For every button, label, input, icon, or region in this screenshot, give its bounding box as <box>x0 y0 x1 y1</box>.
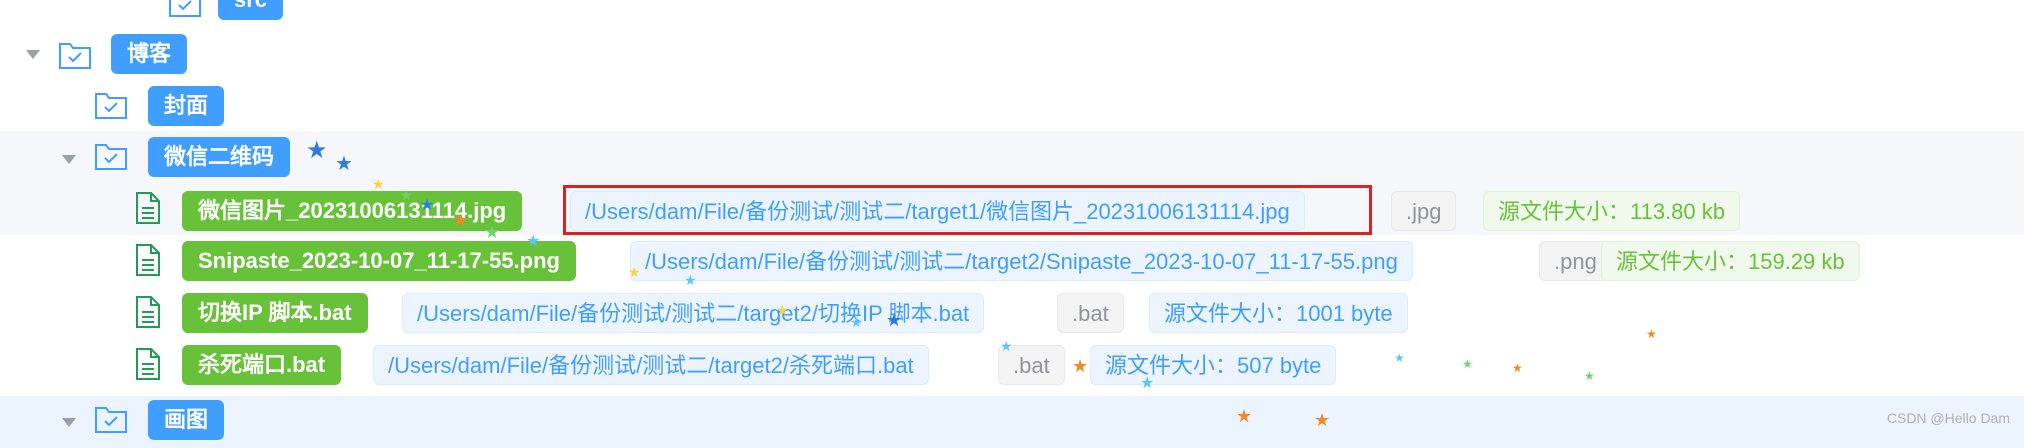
star-icon: ★ <box>372 176 385 192</box>
file-name-tag[interactable]: 微信图片_20231006131114.jpg <box>182 191 523 231</box>
tree-node-file[interactable]: 切换IP 脚本.bat /Users/dam/File/备份测试/测试二/tar… <box>0 287 2024 339</box>
star-icon: ★ <box>1140 375 1155 392</box>
caret-down-icon[interactable] <box>62 155 76 164</box>
tree-node-file[interactable]: Snipaste_2023-10-07_11-17-55.png /Users/… <box>0 235 2024 287</box>
star-icon: ★ <box>452 210 469 230</box>
file-name-tag[interactable]: 切换IP 脚本.bat <box>182 293 368 333</box>
folder-icon <box>94 402 128 441</box>
star-icon: ★ <box>776 302 789 318</box>
file-size-tag: 源文件大小：113.80 kb <box>1483 191 1741 231</box>
star-icon: ★ <box>684 272 697 288</box>
star-icon: ★ <box>886 310 903 330</box>
folder-icon <box>168 0 202 25</box>
star-icon: ★ <box>1584 369 1595 383</box>
star-icon: ★ <box>1000 338 1013 354</box>
file-name-tag[interactable]: Snipaste_2023-10-07_11-17-55.png <box>182 241 576 281</box>
file-size-tag: 源文件大小：159.29 kb <box>1601 241 1860 281</box>
star-icon: ★ <box>526 233 541 250</box>
file-size-tag: 源文件大小：1001 byte <box>1149 293 1408 333</box>
star-icon: ★ <box>335 153 353 175</box>
star-icon: ★ <box>1314 410 1331 430</box>
folder-label[interactable]: 微信二维码 <box>148 137 291 177</box>
tree-node-cover[interactable]: 封面 <box>0 80 2024 132</box>
file-ext-tag: .bat <box>1057 293 1124 333</box>
folder-icon <box>94 88 128 127</box>
star-icon: ★ <box>1072 356 1089 376</box>
star-icon: ★ <box>850 314 863 330</box>
folder-icon <box>58 38 92 77</box>
caret-down-icon[interactable] <box>62 418 76 427</box>
tree-node-wechat-qr[interactable]: 微信二维码 <box>0 131 2024 183</box>
file-ext-tag: .jpg <box>1391 191 1457 231</box>
star-icon: ★ <box>1646 327 1657 341</box>
document-icon <box>134 243 162 282</box>
star-icon: ★ <box>400 187 413 203</box>
star-icon: ★ <box>420 197 435 214</box>
document-icon <box>134 347 162 386</box>
tree-node-blog[interactable]: 博客 <box>0 28 2024 80</box>
caret-down-icon[interactable] <box>26 50 40 59</box>
star-icon: ★ <box>1512 361 1523 375</box>
tree-node-src[interactable]: src <box>0 0 2024 26</box>
star-icon: ★ <box>484 222 501 242</box>
file-name-tag[interactable]: 杀死端口.bat <box>182 345 342 385</box>
star-icon: ★ <box>628 264 641 280</box>
star-icon: ★ <box>306 137 328 164</box>
document-icon <box>134 191 162 230</box>
folder-label[interactable]: src <box>218 0 284 20</box>
folder-label[interactable]: 博客 <box>111 34 188 74</box>
file-path-tag: /Users/dam/File/备份测试/测试二/target2/Snipast… <box>630 241 1413 281</box>
star-icon: ★ <box>1236 406 1253 426</box>
folder-label[interactable]: 封面 <box>148 86 225 126</box>
file-size-tag: 源文件大小：507 byte <box>1090 345 1337 385</box>
highlight-annotation <box>563 185 1372 235</box>
tree-node-drawing[interactable]: 画图 <box>0 396 2024 448</box>
star-icon: ★ <box>1394 351 1405 365</box>
folder-label[interactable]: 画图 <box>148 400 225 440</box>
document-icon <box>134 295 162 334</box>
file-path-tag: /Users/dam/File/备份测试/测试二/target2/杀死端口.ba… <box>373 345 929 385</box>
watermark: CSDN @Hello Dam <box>1886 410 2010 426</box>
folder-icon <box>94 139 128 178</box>
star-icon: ★ <box>1462 357 1473 371</box>
